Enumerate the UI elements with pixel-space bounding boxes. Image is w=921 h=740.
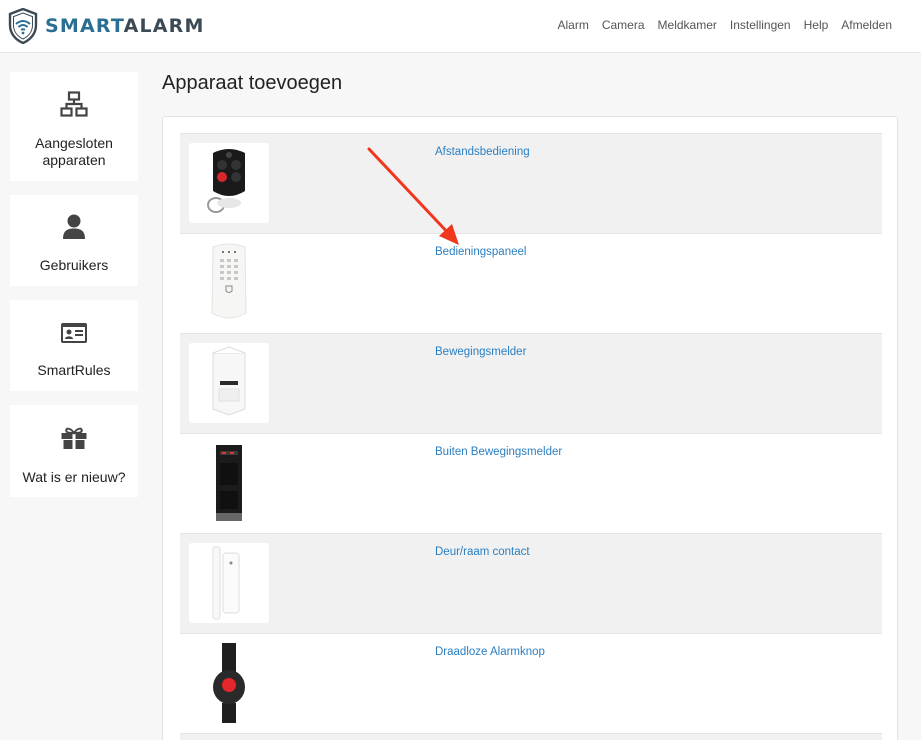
shield-wifi-icon [8,8,38,44]
sidebar-item-label: Aangesloten apparaten [35,135,113,168]
device-list-panel: Afstandsbediening Bedieningspaneel Beweg… [162,116,898,740]
user-icon [63,214,85,239]
sidebar-item-label: SmartRules [37,362,111,378]
motion-sensor-image [189,343,269,423]
logo[interactable]: SMARTALARM [8,6,205,46]
device-row[interactable]: Deur/raam contact [180,533,882,633]
device-row[interactable]: Buiten Bewegingsmelder [180,433,882,533]
page-title: Apparaat toevoegen [162,72,343,94]
remote-control-image [189,143,269,223]
panic-button-image [189,643,269,723]
nav-meldkamer[interactable]: Meldkamer [658,18,717,32]
sidebar-item-aangesloten-apparaten[interactable]: Aangesloten apparaten [10,72,138,181]
sidebar-item-smartrules[interactable]: SmartRules [10,300,138,391]
device-row[interactable]: Afstandsbediening [180,133,882,233]
keypad-image [189,243,269,323]
nav-alarm[interactable]: Alarm [558,18,589,32]
device-link-deur-raam-contact[interactable]: Deur/raam contact [435,546,530,558]
main-nav: Alarm Camera Meldkamer Instellingen Help… [558,18,893,32]
network-icon [60,91,88,117]
outdoor-motion-sensor-image [189,443,269,523]
device-row[interactable]: Bedieningspaneel [180,233,882,333]
device-link-draadloze-alarmknop[interactable]: Draadloze Alarmknop [435,646,545,658]
gift-icon [61,427,87,449]
nav-afmelden[interactable]: Afmelden [841,18,892,32]
device-link-bewegingsmelder[interactable]: Bewegingsmelder [435,346,526,358]
sidebar-item-gebruikers[interactable]: Gebruikers [10,195,138,286]
device-link-buiten-bewegingsmelder[interactable]: Buiten Bewegingsmelder [435,446,562,458]
device-link-bedieningspaneel[interactable]: Bedieningspaneel [435,246,526,258]
id-card-icon [61,323,87,343]
nav-instellingen[interactable]: Instellingen [730,18,791,32]
sidebar-item-wat-is-er-nieuw[interactable]: Wat is er nieuw? [10,405,138,497]
nav-help[interactable]: Help [804,18,829,32]
device-link-afstandsbediening[interactable]: Afstandsbediening [435,146,530,158]
device-row[interactable]: Bewegingsmelder [180,333,882,433]
nav-camera[interactable]: Camera [602,18,645,32]
device-row[interactable] [180,733,882,740]
top-header: SMARTALARM Alarm Camera Meldkamer Instel… [0,0,921,53]
brand-name: SMARTALARM [45,15,205,37]
sidebar-item-label: Wat is er nieuw? [22,469,126,485]
sidebar-item-label: Gebruikers [39,257,109,273]
door-window-contact-image [189,543,269,623]
device-row[interactable]: Draadloze Alarmknop [180,633,882,733]
